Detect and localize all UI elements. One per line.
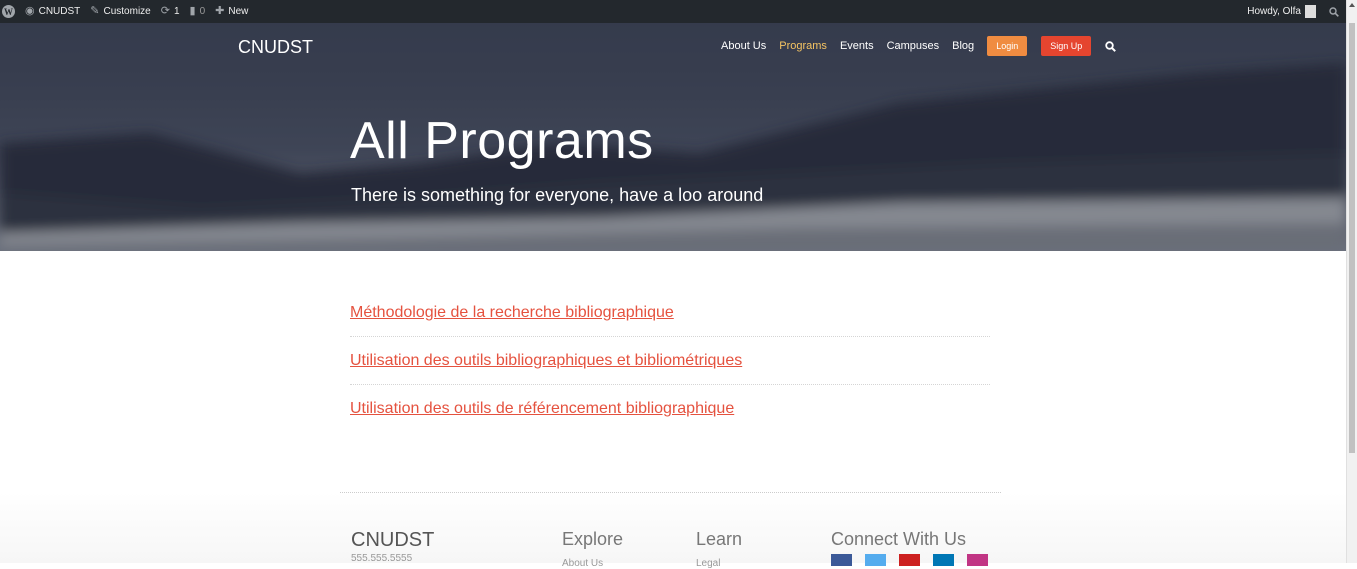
page-subtitle: There is something for everyone, have a … <box>351 185 764 205</box>
footer-divider <box>340 492 1001 493</box>
site-name-menu[interactable]: ◉ CNUDST <box>20 0 85 23</box>
search-icon <box>1329 6 1339 17</box>
signup-button[interactable]: Sign Up <box>1041 36 1092 56</box>
search-icon <box>1105 40 1117 52</box>
refresh-icon: ⟳ <box>160 5 170 17</box>
footer-connect-heading: Connect With Us <box>831 529 967 549</box>
list-item: Utilisation des outils de référencement … <box>350 385 990 433</box>
scroll-up-arrow[interactable] <box>1349 3 1355 7</box>
new-label: New <box>228 6 249 17</box>
program-link[interactable]: Utilisation des outils de référencement … <box>350 400 734 418</box>
page-scrollbar[interactable] <box>1346 0 1357 563</box>
instagram-icon[interactable] <box>967 554 988 566</box>
facebook-icon[interactable] <box>831 554 852 566</box>
site-footer: CNUDST 555.555.5555 Explore About Us Lea… <box>0 492 1346 569</box>
nav-blog[interactable]: Blog <box>952 40 974 52</box>
customize-label: Customize <box>103 6 151 17</box>
comments-menu[interactable]: ▮ 0 <box>185 0 211 23</box>
nav-events[interactable]: Events <box>840 40 874 52</box>
hero-banner: CNUDST About Us Programs Events Campuses… <box>0 23 1346 251</box>
site-logo[interactable]: CNUDST <box>238 37 313 58</box>
program-list: Méthodologie de la recherche bibliograph… <box>350 289 990 433</box>
my-account-menu[interactable]: Howdy, Olfa <box>1242 0 1324 23</box>
site-name-label: CNUDST <box>38 6 81 17</box>
main-nav: About Us Programs Events Campuses Blog L… <box>721 35 1117 57</box>
footer-explore-heading: Explore <box>562 529 624 549</box>
wordpress-menu[interactable]: W <box>0 0 20 23</box>
footer-brand: CNUDST <box>351 529 435 551</box>
admin-bar: W ◉ CNUDST ✎ Customize ⟳ 1 ▮ 0 ✚ New How… <box>0 0 1357 23</box>
dashboard-icon: ◉ <box>25 5 35 17</box>
avatar <box>1305 5 1316 18</box>
wordpress-icon: W <box>2 5 15 18</box>
howdy-label: Howdy, Olfa <box>1247 6 1301 17</box>
list-item: Méthodologie de la recherche bibliograph… <box>350 289 990 337</box>
nav-about-us[interactable]: About Us <box>721 40 766 52</box>
site-search-button[interactable] <box>1105 40 1117 52</box>
scroll-thumb[interactable] <box>1349 23 1355 453</box>
new-content-menu[interactable]: ✚ New <box>210 0 253 23</box>
updates-count: 1 <box>173 6 180 17</box>
updates-menu[interactable]: ⟳ 1 <box>156 0 185 23</box>
twitter-icon[interactable] <box>865 554 886 566</box>
footer-learn-link[interactable]: Legal <box>696 558 720 569</box>
footer-explore-link[interactable]: About Us <box>562 558 603 569</box>
youtube-icon[interactable] <box>899 554 920 566</box>
program-link[interactable]: Utilisation des outils bibliographiques … <box>350 352 742 370</box>
brush-icon: ✎ <box>90 5 100 17</box>
linkedin-icon[interactable] <box>933 554 954 566</box>
list-item: Utilisation des outils bibliographiques … <box>350 337 990 385</box>
plus-icon: ✚ <box>215 5 225 17</box>
nav-programs[interactable]: Programs <box>779 40 827 52</box>
login-button[interactable]: Login <box>987 36 1028 56</box>
footer-learn-heading: Learn <box>696 529 743 549</box>
nav-campuses[interactable]: Campuses <box>887 40 940 52</box>
customize-menu[interactable]: ✎ Customize <box>85 0 155 23</box>
page-title: All Programs <box>350 112 654 170</box>
program-link[interactable]: Méthodologie de la recherche bibliograph… <box>350 304 674 322</box>
comment-icon: ▮ <box>189 5 196 17</box>
comments-count: 0 <box>199 6 206 17</box>
hero-overlay <box>0 23 1346 251</box>
footer-phone: 555.555.5555 <box>351 553 413 564</box>
